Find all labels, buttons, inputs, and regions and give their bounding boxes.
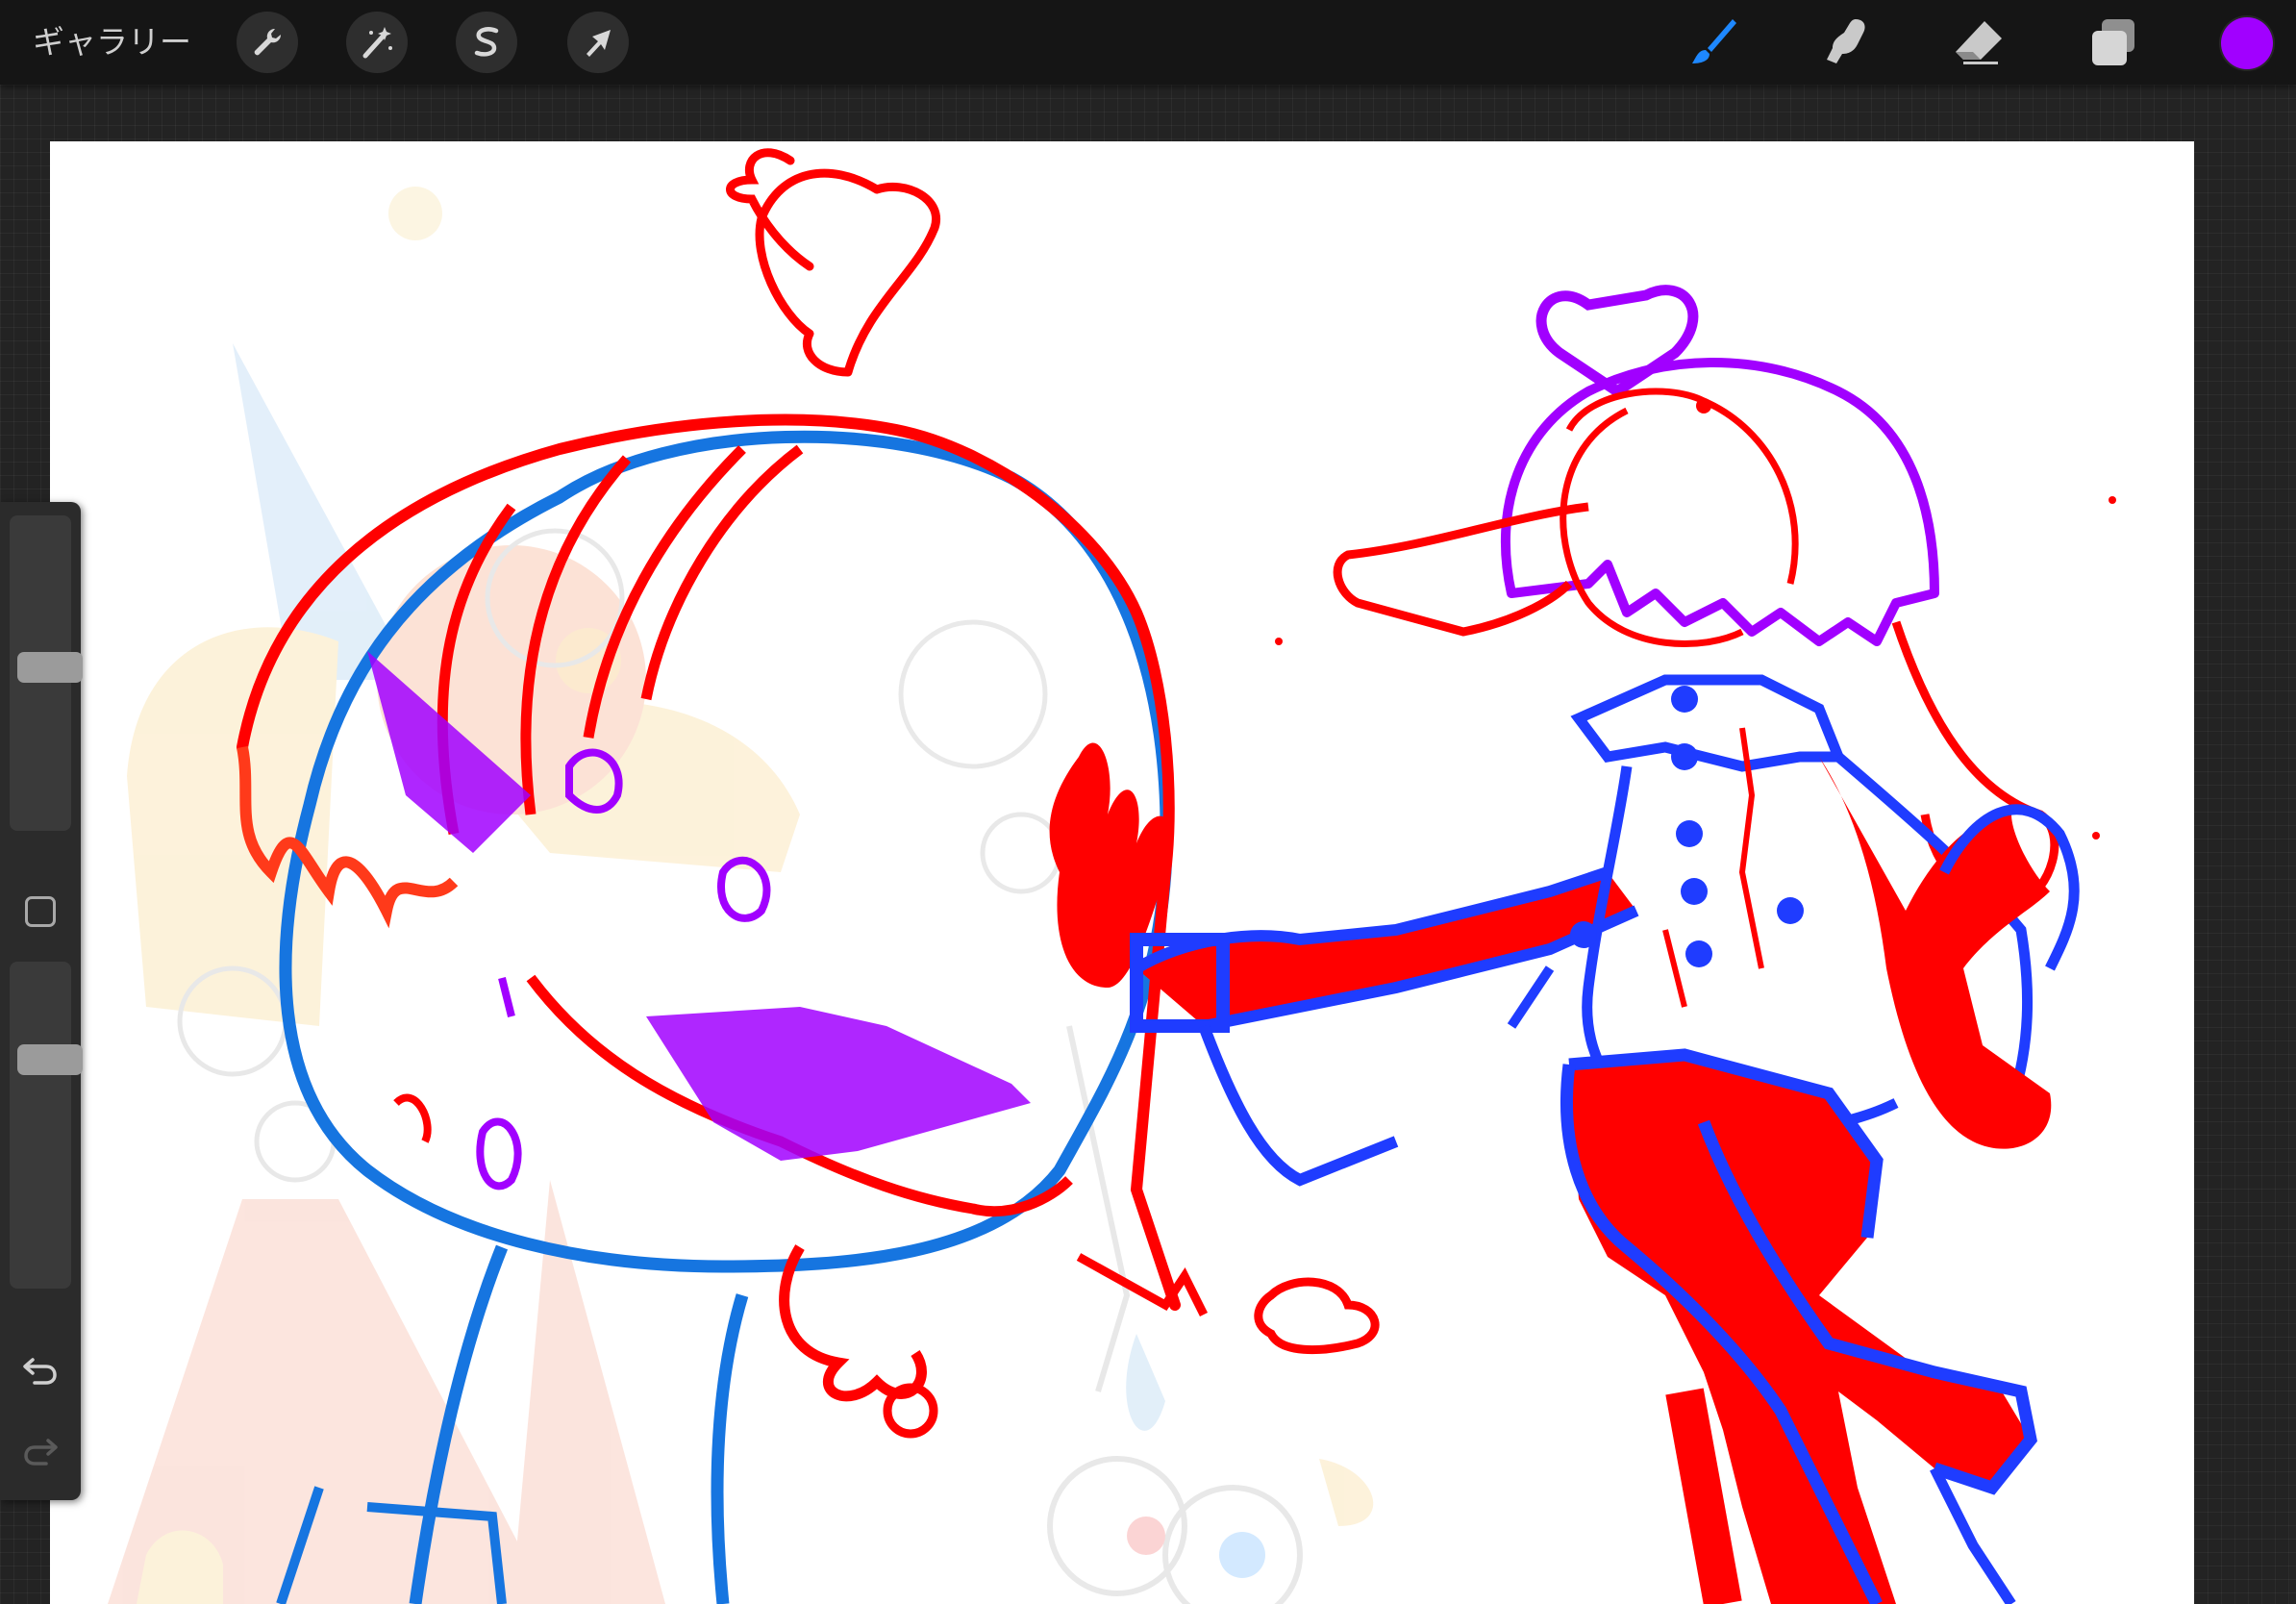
drawing-canvas[interactable] [50, 141, 2194, 1604]
brush-size-slider[interactable] [10, 515, 83, 831]
wrench-icon [254, 28, 282, 56]
opacity-slider[interactable] [10, 962, 83, 1289]
color-picker-button[interactable] [2221, 17, 2273, 69]
adjustments-button[interactable] [346, 12, 408, 73]
top-toolbar: ギャラリー [0, 0, 2296, 85]
smudge-tool-button[interactable] [1815, 12, 1877, 73]
undo-arrow-icon [23, 1358, 57, 1385]
modify-button[interactable] [25, 896, 56, 927]
artwork [108, 148, 2116, 1604]
side-toolbar [0, 502, 83, 1500]
eraser-icon [1956, 21, 2002, 64]
transform-button[interactable] [567, 12, 629, 73]
layers-icon [2092, 19, 2134, 65]
arrow-cursor-icon [586, 30, 611, 57]
gallery-button[interactable]: ギャラリー [33, 21, 191, 63]
eraser-tool-button[interactable] [1948, 12, 2009, 73]
brush-icon [1692, 19, 1736, 63]
undo-button[interactable] [21, 1350, 60, 1389]
brush-tool-button[interactable] [1683, 12, 1744, 73]
smudge-finger-icon [1827, 19, 1865, 63]
opacity-thumb[interactable] [17, 1044, 83, 1075]
redo-arrow-icon [24, 1439, 58, 1466]
brush-size-thumb[interactable] [17, 652, 83, 683]
layers-button[interactable] [2083, 12, 2144, 73]
selection-s-icon [474, 27, 499, 57]
actions-button[interactable] [237, 12, 298, 73]
magic-wand-icon [362, 27, 392, 59]
redo-button[interactable] [21, 1431, 60, 1469]
selection-button[interactable] [456, 12, 517, 73]
